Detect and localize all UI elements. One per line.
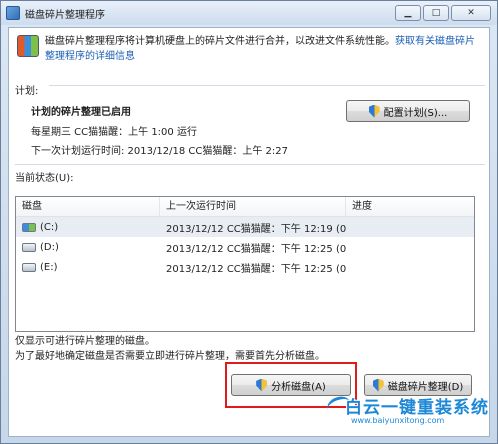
title-bar[interactable]: 磁盘碎片整理程序 ▁ □ ✕	[1, 1, 497, 25]
status-section-label: 当前状态(U):	[15, 173, 74, 184]
disk-row-c[interactable]: (C:) 2013/12/12 CC猫猫醒：下午 12:19 (0%...	[16, 217, 474, 237]
column-header-disk[interactable]: 磁盘	[16, 197, 160, 216]
system-drive-icon	[22, 222, 36, 232]
defragment-disk-button[interactable]: 磁盘碎片整理(D)	[364, 374, 472, 396]
uac-shield-icon	[368, 104, 380, 118]
maximize-button[interactable]: □	[423, 5, 449, 21]
disk-row-e[interactable]: (E:) 2013/12/12 CC猫猫醒：下午 12:25 (0%...	[16, 257, 474, 277]
disk-status-list[interactable]: 磁盘 上一次运行时间 进度 (C:) 2013/12/12 CC猫猫醒：下午 1…	[15, 196, 475, 332]
minimize-button[interactable]: ▁	[395, 5, 421, 21]
intro-row: 磁盘碎片整理程序将计算机硬盘上的碎片文件进行合并，以改进文件系统性能。获取有关磁…	[17, 34, 483, 64]
window-controls: ▁ □ ✕	[395, 5, 491, 21]
intro-text: 磁盘碎片整理程序将计算机硬盘上的碎片文件进行合并，以改进文件系统性能。获取有关磁…	[45, 34, 483, 64]
intro-description: 磁盘碎片整理程序将计算机硬盘上的碎片文件进行合并，以改进文件系统性能。	[45, 36, 395, 47]
footnote-analyze-first: 为了最好地确定磁盘是否需要立即进行碎片整理，需要首先分析磁盘。	[15, 351, 325, 362]
schedule-status: 计划的碎片整理已启用	[31, 107, 131, 118]
schedule-section-label: 计划:	[15, 86, 39, 97]
drive-icon	[22, 262, 36, 272]
defragment-disk-label: 磁盘碎片整理(D)	[387, 381, 464, 393]
window-title: 磁盘碎片整理程序	[25, 9, 105, 21]
close-button[interactable]: ✕	[451, 5, 491, 21]
last-run-cell: 2013/12/12 CC猫猫醒：下午 12:19 (0%...	[166, 223, 346, 235]
defrag-icon	[17, 35, 39, 57]
configure-schedule-button[interactable]: 配置计划(S)...	[346, 100, 470, 122]
disk-cell: (C:)	[16, 222, 160, 233]
uac-shield-icon	[372, 378, 384, 392]
disk-name: (D:)	[40, 241, 59, 253]
drive-icon	[22, 242, 36, 252]
disk-row-d[interactable]: (D:) 2013/12/12 CC猫猫醒：下午 12:25 (0%...	[16, 237, 474, 257]
defrag-window: 磁盘碎片整理程序 ▁ □ ✕ 磁盘碎片整理程序将计算机硬盘上的碎片文件进行合并，…	[0, 0, 498, 444]
footnote-defraggable: 仅显示可进行碎片整理的磁盘。	[15, 336, 155, 347]
schedule-next-run: 下一次计划运行时间: 2013/12/18 CC猫猫醒：上午 2:27	[31, 146, 288, 157]
highlight-annotation	[225, 362, 357, 408]
column-header-progress[interactable]: 进度	[346, 197, 474, 216]
last-run-cell: 2013/12/12 CC猫猫醒：下午 12:25 (0%...	[166, 243, 346, 255]
configure-schedule-label: 配置计划(S)...	[383, 107, 448, 119]
defrag-app-icon	[6, 6, 20, 20]
disk-name: (C:)	[40, 221, 59, 233]
column-header-last-run[interactable]: 上一次运行时间	[160, 197, 346, 216]
divider-middle	[15, 164, 485, 165]
schedule-frequency: 每星期三 CC猫猫醒：上午 1:00 运行	[31, 127, 197, 138]
disk-cell: (D:)	[16, 242, 160, 253]
last-run-cell: 2013/12/12 CC猫猫醒：下午 12:25 (0%...	[166, 263, 346, 275]
disk-name: (E:)	[40, 261, 58, 273]
divider-top	[49, 85, 485, 86]
list-header: 磁盘 上一次运行时间 进度	[16, 197, 474, 217]
disk-cell: (E:)	[16, 262, 160, 273]
